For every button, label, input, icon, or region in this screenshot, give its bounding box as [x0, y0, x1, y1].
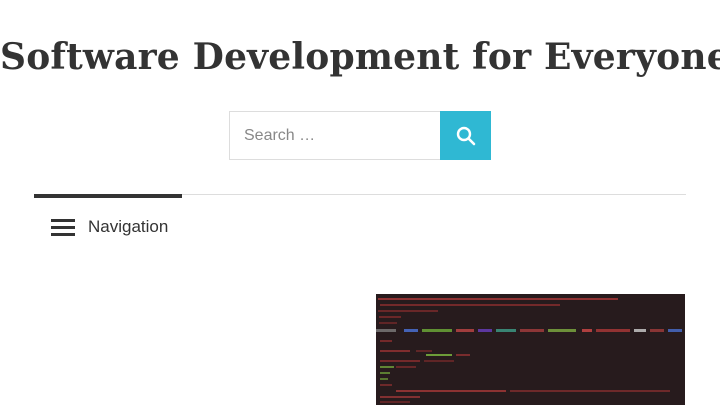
- search-input[interactable]: [229, 111, 440, 160]
- search-form: [229, 111, 491, 160]
- search-button[interactable]: [440, 111, 491, 160]
- site-title[interactable]: Software Development for Everyone: [0, 36, 720, 78]
- hamburger-menu-icon: [51, 219, 75, 237]
- navigation-toggle-button[interactable]: Navigation: [34, 198, 182, 258]
- navigation-label: Navigation: [88, 217, 169, 236]
- featured-post-image[interactable]: [376, 294, 685, 405]
- code-screenshot-image: [376, 294, 685, 405]
- page: Software Development for Everyone Naviga…: [0, 0, 720, 405]
- search-icon: [456, 126, 475, 145]
